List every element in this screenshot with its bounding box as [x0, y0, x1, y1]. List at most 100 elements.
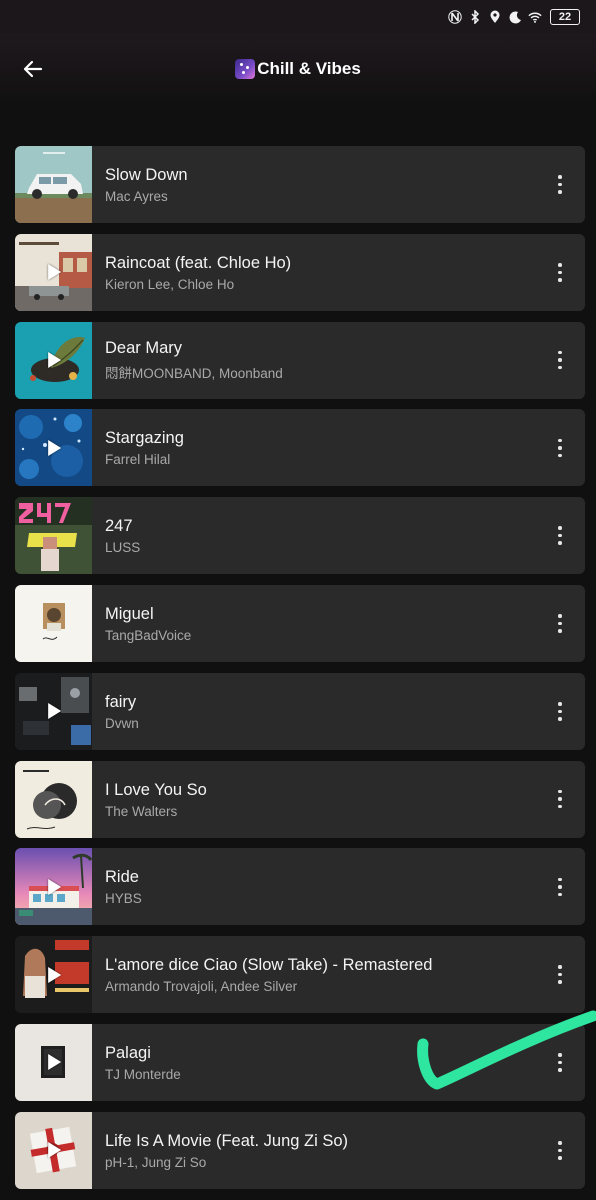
more-options-button[interactable] [535, 409, 585, 486]
more-options-button[interactable] [535, 848, 585, 925]
more-vertical-icon [558, 965, 562, 984]
album-art [15, 1111, 92, 1189]
night-sky-emoji-icon [235, 59, 256, 79]
track-title: Life Is A Movie (Feat. Jung Zi So) [105, 1131, 349, 1150]
track-row[interactable]: Dear Mary 悶餅MOONBAND, Moonband [15, 321, 585, 399]
play-icon[interactable] [47, 878, 61, 895]
more-options-button[interactable] [535, 673, 585, 750]
track-row[interactable]: Palagi TJ Monterde [15, 1023, 585, 1101]
track-meta: Ride HYBS [92, 867, 535, 906]
track-row[interactable]: Raincoat (feat. Chloe Ho) Kieron Lee, Ch… [15, 233, 585, 311]
track-artist: Kieron Lee, Chloe Ho [105, 276, 235, 292]
track-row[interactable]: Slow Down Mac Ayres [15, 146, 585, 223]
more-options-button[interactable] [535, 585, 585, 662]
play-icon[interactable] [47, 1142, 61, 1159]
playlist-title-text: Chill & Vibes [257, 59, 361, 78]
moon-icon [508, 10, 522, 24]
track-artist: Armando Trovajoli, Andee Silver [105, 979, 298, 995]
more-vertical-icon [558, 438, 562, 458]
more-options-button[interactable] [535, 322, 585, 399]
track-artist: LUSS [105, 540, 141, 556]
track-meta: I Love You So The Walters [92, 780, 535, 819]
status-bar: 22 [0, 0, 596, 34]
track-artist: TJ Monterde [105, 1066, 181, 1082]
track-title: L'amore dice Ciao (Slow Take) - Remaster… [105, 956, 433, 975]
track-artist: 悶餅MOONBAND, Moonband [105, 366, 283, 382]
more-vertical-icon [558, 877, 562, 897]
track-artist: Mac Ayres [105, 189, 168, 204]
track-meta: Raincoat (feat. Chloe Ho) Kieron Lee, Ch… [92, 253, 535, 292]
album-art [15, 848, 92, 926]
track-meta: Slow Down Mac Ayres [92, 165, 535, 204]
album-art [15, 497, 92, 575]
track-title: Stargazing [105, 429, 184, 448]
track-artist: Dvwn [105, 715, 139, 731]
more-options-button[interactable] [535, 1024, 585, 1101]
track-meta: Miguel TangBadVoice [92, 604, 535, 643]
track-row[interactable]: Miguel TangBadVoice [15, 584, 585, 662]
more-vertical-icon [558, 263, 562, 282]
album-art [15, 233, 92, 311]
album-art [15, 321, 92, 399]
more-vertical-icon [558, 1141, 562, 1160]
track-meta: 247 LUSS [92, 516, 535, 555]
more-vertical-icon [558, 1053, 562, 1072]
more-vertical-icon [558, 614, 562, 633]
track-title: Miguel [105, 604, 154, 623]
arrow-left-icon [23, 60, 43, 78]
back-button[interactable] [16, 52, 50, 86]
track-meta: L'amore dice Ciao (Slow Take) - Remaster… [92, 955, 535, 994]
track-row[interactable]: L'amore dice Ciao (Slow Take) - Remaster… [15, 936, 585, 1014]
track-meta: Stargazing Farrel Hilal [92, 428, 535, 467]
track-row[interactable]: I Love You So The Walters [15, 760, 585, 838]
track-list: Slow Down Mac Ayres Raincoat (feat. Chlo… [15, 146, 585, 1200]
more-vertical-icon [558, 789, 562, 809]
track-title: Ride [105, 868, 139, 887]
track-title: Raincoat (feat. Chloe Ho) [105, 253, 292, 272]
album-art [15, 760, 92, 838]
more-options-button[interactable] [535, 936, 585, 1013]
album-art [15, 936, 92, 1014]
play-icon[interactable] [47, 439, 61, 456]
more-options-button[interactable] [535, 146, 585, 223]
more-options-button[interactable] [535, 234, 585, 311]
more-vertical-icon [558, 350, 562, 370]
track-artist: TangBadVoice [105, 627, 192, 643]
track-row[interactable]: Life Is A Movie (Feat. Jung Zi So) pH-1,… [15, 1111, 585, 1189]
play-icon[interactable] [47, 264, 61, 281]
track-row[interactable]: fairy Dvwn [15, 672, 585, 750]
album-art [15, 409, 92, 487]
track-row[interactable]: Ride HYBS [15, 848, 585, 926]
track-row[interactable]: 247 LUSS [15, 497, 585, 575]
track-title: Slow Down [105, 166, 188, 184]
track-title: Dear Mary [105, 339, 183, 358]
battery-indicator: 22 [550, 9, 580, 25]
track-meta: fairy Dvwn [92, 692, 535, 731]
more-vertical-icon [558, 526, 562, 545]
album-art [15, 146, 92, 223]
track-title: fairy [105, 692, 137, 711]
play-icon[interactable] [47, 1054, 61, 1071]
track-title: I Love You So [105, 780, 207, 799]
wifi-icon [528, 10, 542, 24]
nfc-icon [448, 10, 462, 24]
play-icon[interactable] [47, 966, 61, 983]
album-art [15, 1023, 92, 1101]
more-vertical-icon [558, 702, 562, 721]
track-artist: HYBS [105, 891, 142, 907]
play-icon[interactable] [47, 352, 61, 369]
bluetooth-icon [468, 10, 482, 24]
playlist-title: Chill & Vibes [235, 59, 361, 79]
track-title: Palagi [105, 1043, 151, 1062]
page-header: Chill & Vibes [0, 34, 596, 104]
more-options-button[interactable] [535, 497, 585, 574]
more-options-button[interactable] [535, 761, 585, 838]
play-icon[interactable] [47, 703, 61, 720]
more-options-button[interactable] [535, 1112, 585, 1189]
location-icon [488, 10, 502, 24]
track-row[interactable]: Stargazing Farrel Hilal [15, 409, 585, 487]
more-vertical-icon [558, 175, 562, 194]
track-artist: pH-1, Jung Zi So [105, 1154, 207, 1170]
track-artist: The Walters [105, 803, 178, 819]
album-art [15, 672, 92, 750]
